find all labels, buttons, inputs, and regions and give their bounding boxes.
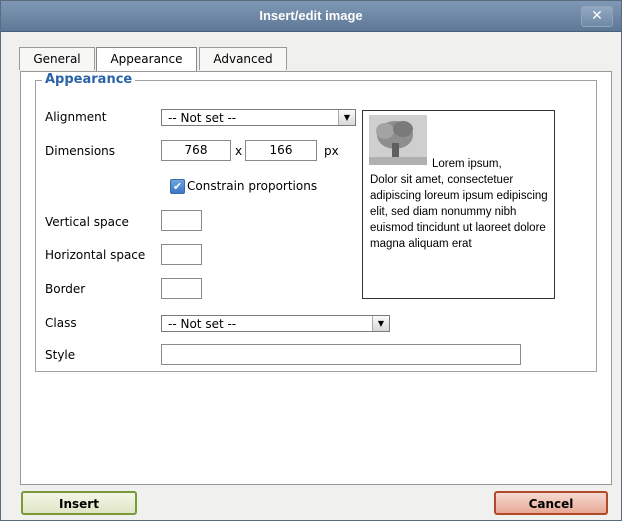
width-input[interactable]: 768 bbox=[161, 140, 231, 161]
horizontal-space-input[interactable] bbox=[161, 244, 202, 265]
style-input[interactable] bbox=[161, 344, 521, 365]
border-label: Border bbox=[45, 282, 86, 296]
class-label: Class bbox=[45, 316, 77, 330]
height-input[interactable]: 166 bbox=[245, 140, 317, 161]
vertical-space-label: Vertical space bbox=[45, 215, 129, 229]
insert-button[interactable]: Insert bbox=[21, 491, 137, 515]
horizontal-space-label: Horizontal space bbox=[45, 248, 146, 262]
cancel-button[interactable]: Cancel bbox=[494, 491, 608, 515]
constrain-proportions-label: Constrain proportions bbox=[187, 179, 318, 193]
insert-edit-image-dialog: Insert/edit image ✕ General Appearance A… bbox=[0, 0, 622, 521]
tab-general[interactable]: General bbox=[19, 47, 95, 70]
alignment-label: Alignment bbox=[45, 110, 107, 124]
fieldset-legend: Appearance bbox=[42, 72, 136, 87]
dialog-title: Insert/edit image bbox=[259, 8, 363, 23]
close-icon[interactable]: ✕ bbox=[581, 6, 613, 27]
style-label: Style bbox=[45, 348, 76, 362]
constrain-proportions-checkbox[interactable]: ✔ bbox=[170, 179, 185, 194]
border-input[interactable] bbox=[161, 278, 202, 299]
class-value: -- Not set -- bbox=[168, 317, 237, 331]
class-select[interactable]: -- Not set -- ▼ bbox=[161, 315, 390, 332]
dimensions-separator: x bbox=[235, 144, 243, 158]
preview-text-first-line: Lorem ipsum, bbox=[432, 158, 502, 170]
dialog-titlebar[interactable]: Insert/edit image ✕ bbox=[1, 1, 621, 32]
preview-text: Lorem ipsum, Dolor sit amet, consectetue… bbox=[370, 156, 548, 252]
dropdown-arrow-icon: ▼ bbox=[372, 316, 389, 331]
alignment-value: -- Not set -- bbox=[168, 111, 237, 125]
preview-text-body: Dolor sit amet, consectetuer adipiscing … bbox=[370, 174, 548, 250]
vertical-space-input[interactable] bbox=[161, 210, 202, 231]
image-preview: Lorem ipsum, Dolor sit amet, consectetue… bbox=[362, 110, 555, 299]
dropdown-arrow-icon: ▼ bbox=[338, 110, 355, 125]
tab-advanced[interactable]: Advanced bbox=[199, 47, 287, 70]
dimensions-unit: px bbox=[324, 144, 339, 158]
tab-appearance[interactable]: Appearance bbox=[96, 47, 197, 72]
dimensions-label: Dimensions bbox=[45, 144, 116, 158]
alignment-select[interactable]: -- Not set -- ▼ bbox=[161, 109, 356, 126]
